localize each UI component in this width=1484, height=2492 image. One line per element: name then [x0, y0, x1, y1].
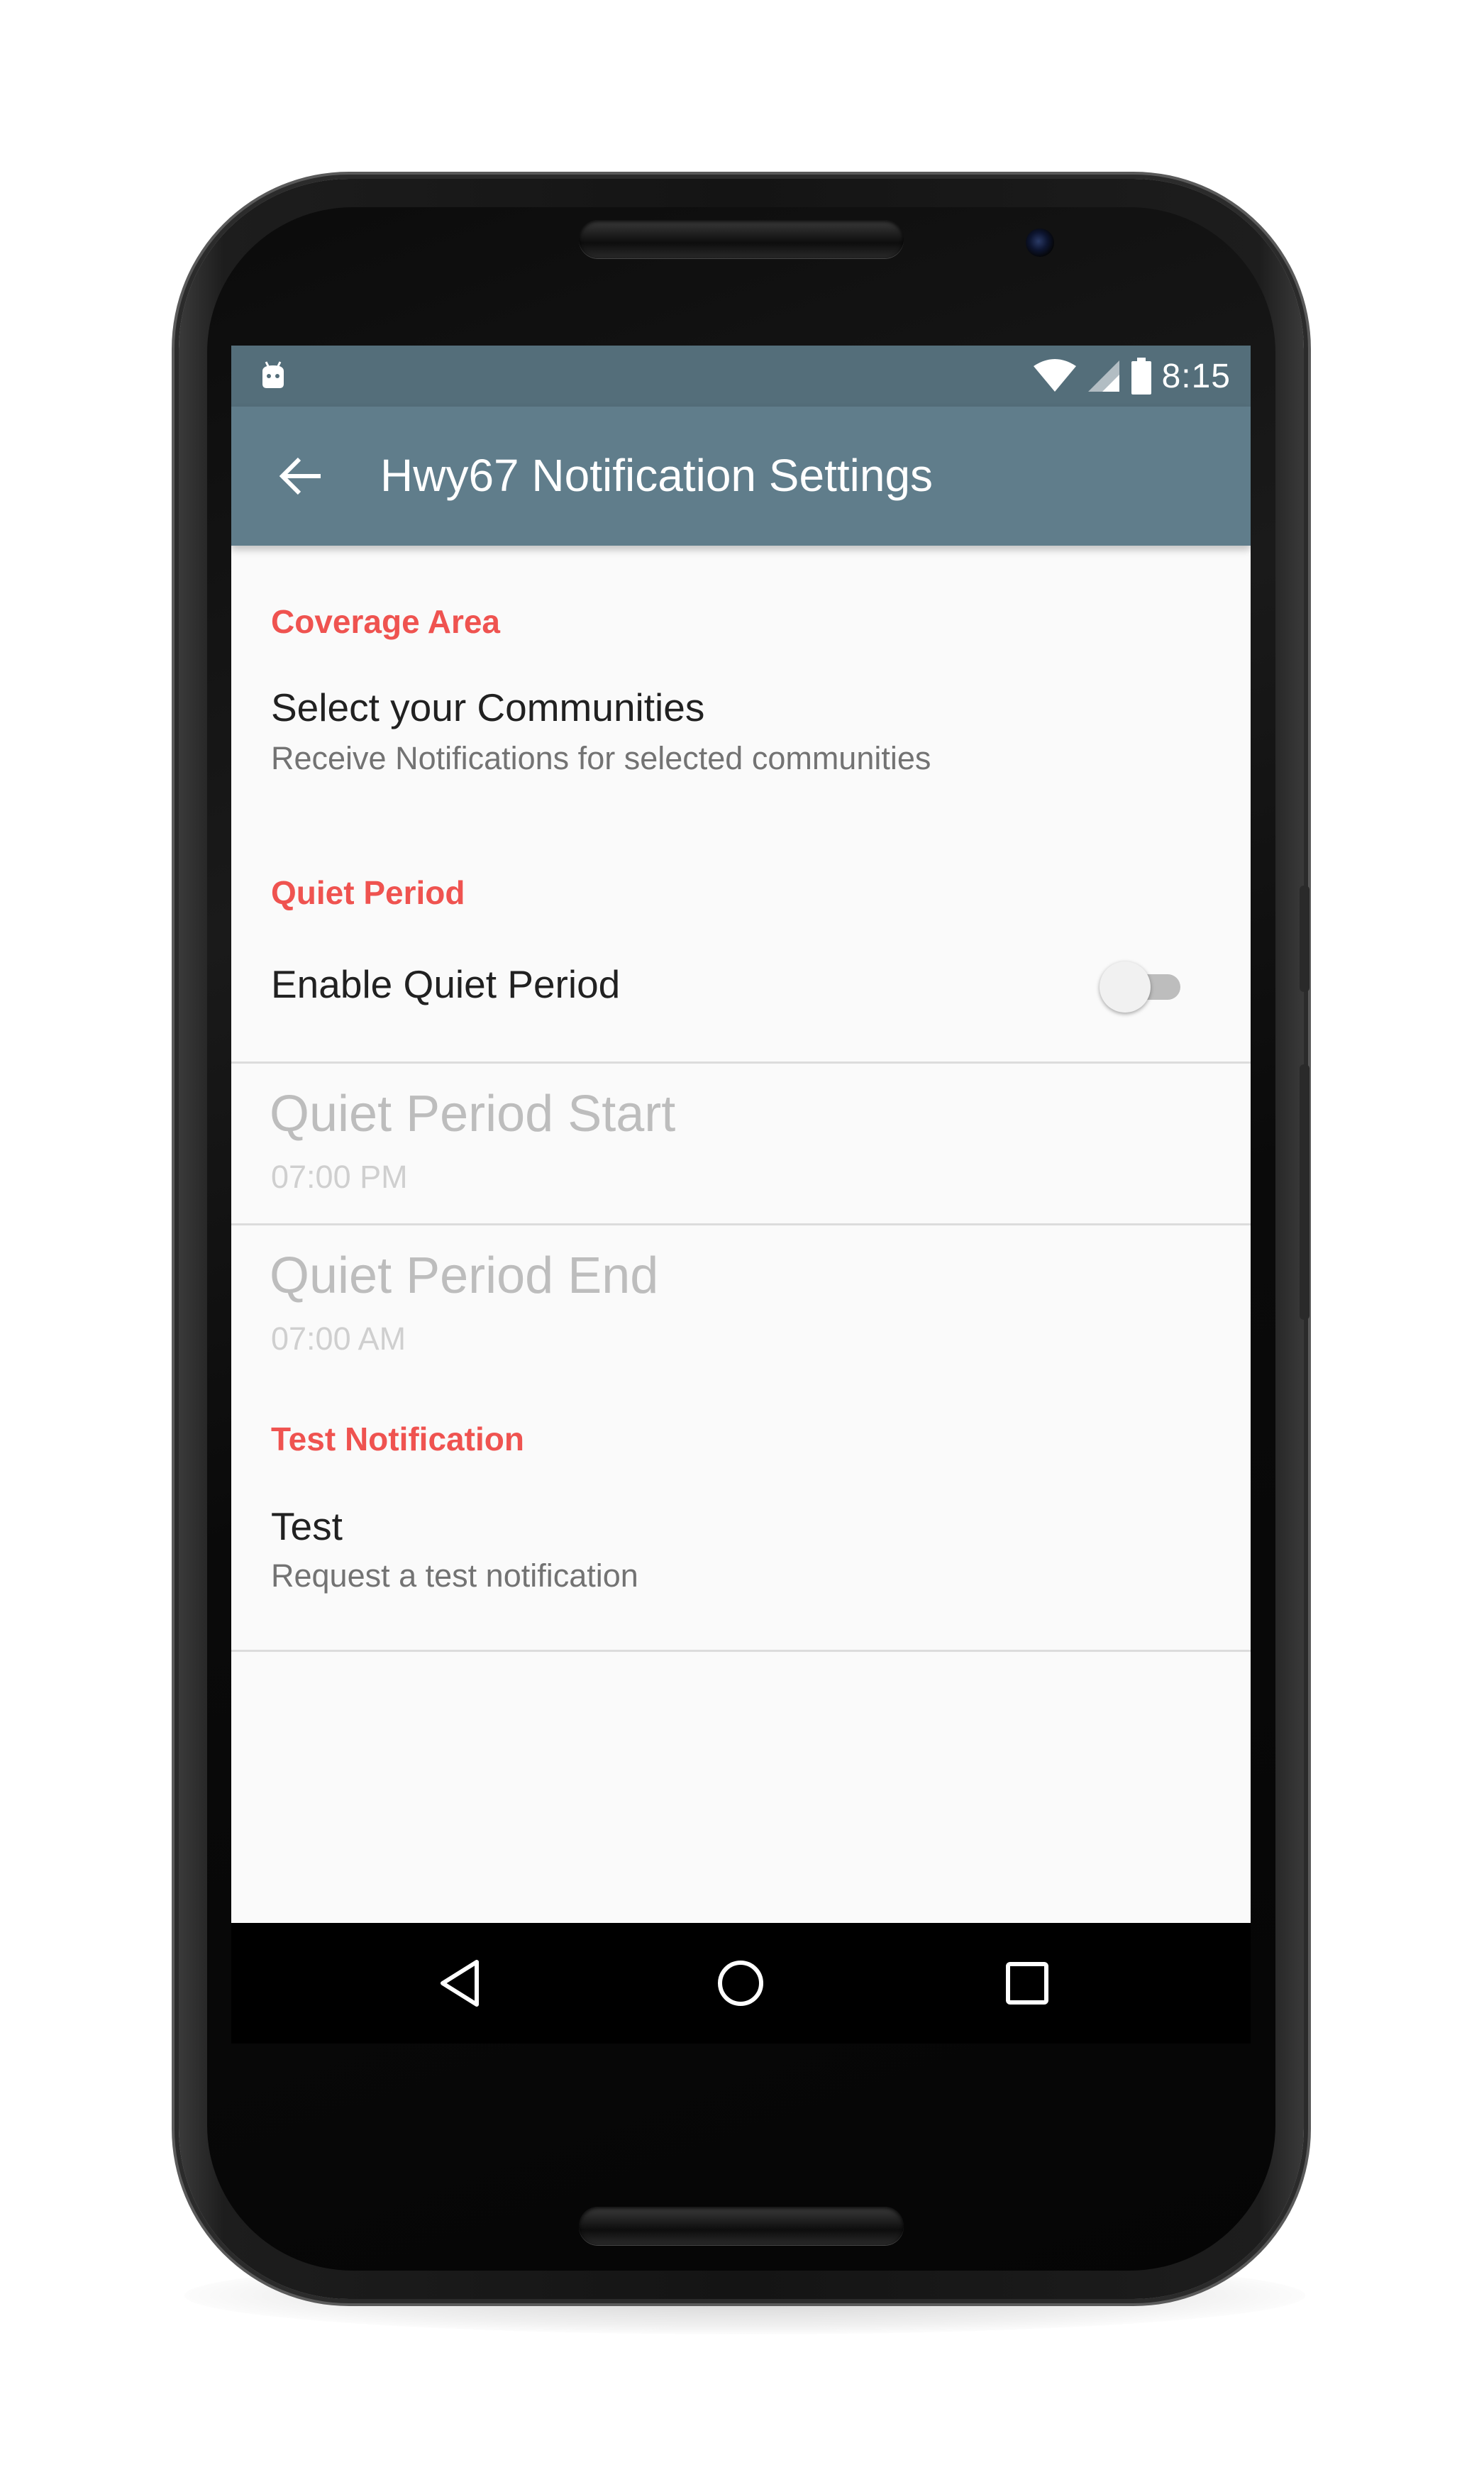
enable-quiet-period-title: Enable Quiet Period — [271, 962, 621, 1006]
app-bar: Hwy67 Notification Settings — [231, 407, 1251, 546]
category-coverage-area: Coverage Area — [271, 603, 501, 640]
battery-icon — [1131, 358, 1151, 395]
stage: 8:15 Hwy67 Notification Settings Coverag… — [0, 0, 1484, 2492]
arrow-left-icon[interactable] — [274, 448, 331, 505]
enable-quiet-period-switch[interactable] — [1100, 959, 1185, 1015]
quiet-period-start-summary: 07:00 PM — [271, 1159, 408, 1195]
wifi-icon — [1033, 359, 1076, 392]
switch-thumb — [1100, 961, 1151, 1013]
nav-home-icon[interactable] — [712, 1955, 769, 2012]
quiet-period-end-summary: 07:00 AM — [271, 1321, 406, 1357]
quiet-period-end-title: Quiet Period End — [270, 1247, 659, 1304]
bottom-speaker — [579, 2207, 904, 2245]
divider — [231, 1650, 1251, 1652]
select-communities-summary: Receive Notifications for selected commu… — [271, 740, 931, 776]
category-test-notification: Test Notification — [271, 1421, 524, 1457]
test-summary: Request a test notification — [271, 1558, 638, 1594]
status-icons: 8:15 — [1033, 354, 1231, 398]
select-communities-title: Select your Communities — [271, 685, 705, 729]
front-camera — [1026, 228, 1054, 257]
select-communities-preference[interactable]: Select your Communities Receive Notifica… — [231, 671, 1251, 798]
nav-recents-icon[interactable] — [999, 1955, 1056, 2012]
nav-back-icon[interactable] — [433, 1955, 489, 2012]
page-title: Hwy67 Notification Settings — [380, 450, 934, 501]
quiet-period-end-preference: Quiet Period End 07:00 AM — [231, 1225, 1251, 1386]
signal-icon — [1087, 360, 1119, 392]
quiet-period-start-preference: Quiet Period Start 07:00 PM — [231, 1064, 1251, 1224]
earpiece-speaker — [579, 220, 904, 258]
quiet-period-start-title: Quiet Period Start — [270, 1086, 676, 1142]
category-quiet-period: Quiet Period — [271, 874, 465, 911]
navigation-bar — [231, 1923, 1251, 2044]
status-bar: 8:15 — [231, 346, 1251, 407]
test-title: Test — [271, 1504, 343, 1548]
status-time: 8:15 — [1161, 357, 1231, 395]
power-button — [1300, 886, 1309, 992]
screen: 8:15 Hwy67 Notification Settings Coverag… — [231, 346, 1251, 2044]
enable-quiet-period-preference[interactable]: Enable Quiet Period — [231, 934, 1251, 1034]
android-icon — [262, 361, 284, 388]
test-notification-preference[interactable]: Test Request a test notification — [231, 1489, 1251, 1610]
volume-button — [1300, 1064, 1309, 1320]
